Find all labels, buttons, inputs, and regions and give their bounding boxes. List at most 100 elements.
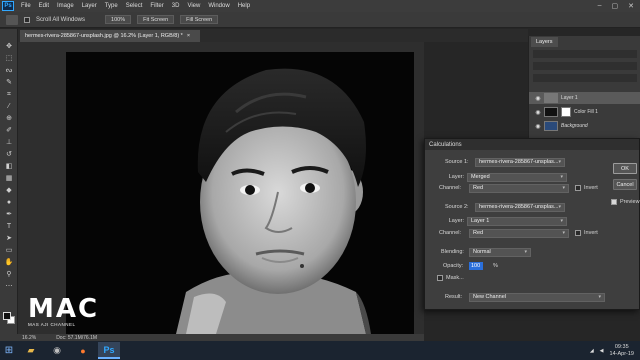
- source2-channel-select[interactable]: Red: [469, 228, 569, 238]
- foreground-color-swatch[interactable]: [3, 312, 11, 320]
- eye-icon[interactable]: ◉: [535, 109, 541, 116]
- zoom-100-button[interactable]: 100%: [105, 15, 132, 24]
- path-selection-tool-icon[interactable]: ➤: [4, 235, 14, 243]
- file-explorer-icon[interactable]: ▰: [20, 342, 42, 359]
- ok-button[interactable]: OK: [613, 163, 637, 174]
- source1-select[interactable]: hermes-rivera-285867-unsplas...: [475, 157, 565, 167]
- dodge-tool-icon[interactable]: ●: [4, 199, 14, 207]
- toolbox: ✥ ⬚ ᔓ ✎ ⌗ ⁄ ⊕ ✐ ⊥ ↺ ◧ ▦ ◆ ● ✒ T ➤ ▭ ✋ ⚲ …: [0, 29, 18, 334]
- calculations-dialog: Calculations Source 1: hermes-rivera-285…: [424, 138, 640, 310]
- menu-help[interactable]: Help: [234, 3, 254, 9]
- fill-screen-button[interactable]: Fill Screen: [180, 15, 219, 24]
- media-player-icon[interactable]: ◉: [46, 342, 68, 359]
- volume-icon[interactable]: ◀: [600, 348, 604, 354]
- clock-time: 09:35: [614, 343, 629, 350]
- lasso-tool-icon[interactable]: ᔓ: [4, 67, 14, 75]
- minimize-icon[interactable]: –: [598, 2, 602, 10]
- result-select[interactable]: New Channel: [469, 292, 605, 302]
- menu-select[interactable]: Select: [122, 3, 147, 9]
- network-icon[interactable]: ◢: [590, 348, 594, 354]
- maximize-icon[interactable]: ▢: [612, 2, 619, 10]
- menu-filter[interactable]: Filter: [146, 3, 167, 9]
- more-tools-icon[interactable]: ⋯: [4, 283, 14, 291]
- layers-tab[interactable]: Layers: [531, 37, 558, 47]
- menu-image[interactable]: Image: [53, 3, 78, 9]
- menu-window[interactable]: Window: [204, 3, 233, 9]
- status-bar: 16.2% Doc: 57.1M/76.1M: [0, 334, 424, 341]
- hand-tool-icon[interactable]: ✋: [4, 259, 14, 267]
- options-bar: Scroll All Windows 100% Fit Screen Fill …: [0, 12, 640, 28]
- menu-layer[interactable]: Layer: [78, 3, 101, 9]
- blending-row: Blending: Normal: [441, 247, 531, 257]
- marquee-tool-icon[interactable]: ⬚: [4, 55, 14, 63]
- shape-tool-icon[interactable]: ▭: [4, 247, 14, 255]
- eye-icon[interactable]: ◉: [535, 123, 541, 130]
- source1-invert-checkbox[interactable]: [575, 185, 581, 191]
- doc-info[interactable]: Doc: 57.1M/76.1M: [56, 335, 97, 341]
- opacity-input[interactable]: 100: [469, 262, 483, 270]
- preview-checkbox[interactable]: [611, 199, 617, 205]
- photoshop-taskbar-icon[interactable]: Ps: [98, 342, 120, 359]
- type-tool-icon[interactable]: T: [4, 223, 14, 231]
- cancel-button[interactable]: Cancel: [613, 179, 637, 190]
- healing-brush-tool-icon[interactable]: ⊕: [4, 115, 14, 123]
- clone-stamp-tool-icon[interactable]: ⊥: [4, 139, 14, 147]
- document-tab[interactable]: hermes-rivera-285867-unsplash.jpg @ 16.2…: [20, 30, 200, 42]
- channel-label: Channel:: [439, 230, 462, 236]
- windows-start-icon[interactable]: ⊞: [0, 341, 18, 360]
- photoshop-logo: Ps: [2, 1, 14, 11]
- pen-tool-icon[interactable]: ✒: [4, 211, 14, 219]
- source2-row: Source 2: hermes-rivera-285867-unsplas..…: [445, 202, 565, 212]
- eyedropper-tool-icon[interactable]: ⁄: [4, 103, 14, 111]
- menu-edit[interactable]: Edit: [35, 3, 53, 9]
- layer-thumbnail: [544, 93, 558, 103]
- zoom-level[interactable]: 16.2%: [22, 335, 36, 341]
- window-controls: – ▢ ✕: [598, 2, 640, 10]
- source2-channel-row: Channel: Red Invert: [439, 228, 598, 238]
- menu-file[interactable]: File: [17, 3, 35, 9]
- fill-thumbnail: [544, 107, 558, 117]
- clock[interactable]: 09:35 14-Apr-19: [610, 344, 634, 358]
- hand-tool-icon[interactable]: [6, 14, 18, 25]
- scroll-all-windows-checkbox[interactable]: [24, 16, 30, 23]
- move-tool-icon[interactable]: ✥: [4, 43, 14, 51]
- fit-screen-button[interactable]: Fit Screen: [137, 15, 175, 24]
- mask-checkbox[interactable]: [437, 275, 443, 281]
- portrait-photo[interactable]: [66, 52, 414, 334]
- source1-layer-select[interactable]: Merged: [467, 172, 567, 182]
- source1-row: Source 1: hermes-rivera-285867-unsplas..…: [445, 157, 565, 167]
- eye-icon[interactable]: ◉: [535, 95, 541, 102]
- layer-row-background[interactable]: ◉ Background: [529, 120, 640, 132]
- gradient-tool-icon[interactable]: ▦: [4, 175, 14, 183]
- source1-channel-select[interactable]: Red: [469, 183, 569, 193]
- tab-close-icon[interactable]: ×: [187, 33, 190, 39]
- quick-select-tool-icon[interactable]: ✎: [4, 79, 14, 87]
- close-icon[interactable]: ✕: [628, 2, 634, 10]
- menu-type[interactable]: Type: [101, 3, 122, 9]
- document-tab-label: hermes-rivera-285867-unsplash.jpg @ 16.2…: [25, 33, 183, 39]
- lock-bar[interactable]: [533, 74, 637, 82]
- menu-3d[interactable]: 3D: [168, 3, 184, 9]
- brush-tool-icon[interactable]: ✐: [4, 127, 14, 135]
- zoom-tool-icon[interactable]: ⚲: [4, 271, 14, 279]
- blending-select[interactable]: Normal: [469, 247, 531, 257]
- source2-invert-checkbox[interactable]: [575, 230, 581, 236]
- source2-select[interactable]: hermes-rivera-285867-unsplas...: [475, 202, 565, 212]
- layer-filter-bar[interactable]: [533, 50, 637, 58]
- eraser-tool-icon[interactable]: ◧: [4, 163, 14, 171]
- clock-date: 14-Apr-19: [609, 350, 634, 357]
- layer-row-layer-1[interactable]: ◉ Layer 1: [529, 92, 640, 104]
- firefox-icon[interactable]: ●: [72, 342, 94, 359]
- layer-row-color-fill-1[interactable]: ◉ Color Fill 1: [529, 106, 640, 118]
- history-brush-tool-icon[interactable]: ↺: [4, 151, 14, 159]
- layer-label: Layer:: [448, 174, 464, 180]
- layer-name: Layer 1: [561, 95, 578, 101]
- layer-label: Layer:: [448, 218, 464, 224]
- source2-layer-select[interactable]: Layer 1: [467, 216, 567, 226]
- channel-label: Channel:: [439, 185, 462, 191]
- opacity-unit: %: [493, 263, 498, 269]
- blend-mode-bar[interactable]: [533, 62, 637, 70]
- blur-tool-icon[interactable]: ◆: [4, 187, 14, 195]
- menu-view[interactable]: View: [183, 3, 204, 9]
- crop-tool-icon[interactable]: ⌗: [4, 91, 14, 99]
